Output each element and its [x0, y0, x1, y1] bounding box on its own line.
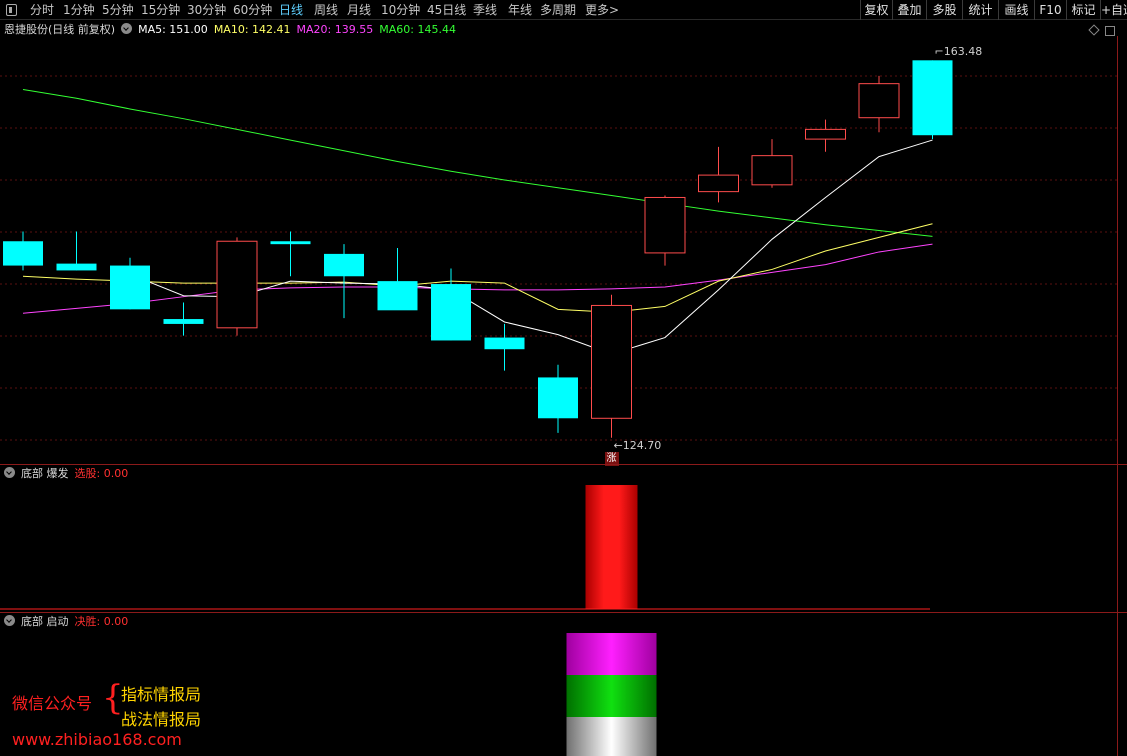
panel-separator [0, 464, 1127, 465]
signal-bar [585, 485, 638, 609]
panel-separator [0, 612, 1127, 613]
period-tab[interactable]: 30分钟 [187, 2, 226, 18]
tool-button[interactable]: 画线 [998, 0, 1034, 20]
tool-button[interactable]: 多股 [926, 0, 962, 20]
indicator-name: 底部 启动 [21, 615, 69, 628]
ma20-line [22, 243, 933, 314]
candle [484, 323, 525, 371]
candle-body [805, 128, 846, 140]
candle-body [3, 241, 43, 266]
period-tab[interactable]: 45日线 [427, 2, 466, 18]
candle [163, 302, 204, 336]
signal-band-white [566, 717, 657, 756]
watermark-account: 微信公众号 [12, 694, 93, 713]
candle [912, 60, 953, 140]
tool-button[interactable]: 叠加 [892, 0, 926, 20]
chevron-down-icon[interactable] [121, 23, 133, 34]
candle-body [163, 319, 204, 324]
stock-title: 恩捷股份(日线 前复权) [4, 23, 116, 36]
candle [805, 119, 846, 152]
panel3-info-line: 底部 启动 决胜: 0.00 [0, 614, 134, 630]
ma60-line [22, 89, 933, 237]
panel2-info-line: 底部 爆发 选股: 0.00 [0, 466, 134, 482]
main-chart [0, 60, 1117, 441]
watermark-line1: 指标情报局 [121, 685, 202, 704]
signal-band-magenta [566, 633, 657, 675]
candle [377, 248, 418, 311]
tool-button[interactable]: 统计 [962, 0, 998, 20]
ma60-value: MA60: 145.44 [379, 23, 456, 36]
candle [110, 257, 150, 310]
square-icon[interactable] [1105, 26, 1115, 36]
candle-body [644, 196, 686, 254]
period-tab[interactable]: 周线 [314, 2, 338, 18]
watermark-url: www.zhibiao168.com [12, 730, 182, 749]
period-toolbar: 分时 1分钟 5分钟 15分钟 30分钟 60分钟 日线 周线 月线 10分钟 45日线 季线 年线 多周… [0, 0, 1127, 20]
right-scale-line [1117, 36, 1118, 756]
period-tab[interactable]: 月线 [347, 2, 371, 18]
candle [644, 195, 686, 266]
tool-button[interactable]: 复权 [860, 0, 892, 20]
watermark-line2: 战法情报局 [121, 710, 202, 729]
ma10-line [22, 223, 933, 313]
period-tab[interactable]: 分时 [30, 2, 54, 18]
candle-body [591, 304, 632, 419]
low-price-label: ←124.70 [613, 438, 662, 452]
period-tab[interactable]: 1分钟 [63, 2, 95, 18]
ma5-value: MA5: 151.00 [138, 23, 208, 36]
candle-body [110, 265, 150, 310]
indicator-name: 底部 爆发 [21, 467, 69, 480]
candle-body [751, 155, 793, 186]
chevron-down-icon[interactable] [4, 467, 15, 478]
candle-body [270, 241, 311, 245]
candle-body [484, 337, 525, 350]
candle-body [56, 263, 97, 271]
candle-body [431, 284, 471, 341]
tool-button[interactable]: +自选 [1100, 0, 1127, 20]
candle [591, 294, 632, 438]
candle [538, 364, 578, 433]
candle [324, 244, 364, 319]
ma20-value: MA20: 139.55 [296, 23, 374, 36]
candle [858, 75, 900, 133]
signal-band-green [566, 675, 657, 717]
period-tab[interactable]: 日线 [279, 2, 303, 18]
period-tab[interactable]: 多周期 [540, 2, 576, 18]
candle [3, 231, 43, 271]
period-tab[interactable]: 更多> [585, 2, 619, 18]
period-tab[interactable]: 15分钟 [141, 2, 180, 18]
indicator-chart-burst [0, 485, 930, 610]
period-tab[interactable]: 季线 [473, 2, 497, 18]
period-tab[interactable]: 60分钟 [233, 2, 272, 18]
candle [698, 146, 739, 203]
candle [751, 139, 793, 188]
period-tab[interactable]: 5分钟 [102, 2, 134, 18]
indicator-param: 选股: 0.00 [74, 467, 129, 480]
candle-body [858, 83, 900, 119]
candle [431, 268, 471, 341]
period-tab[interactable]: 年线 [508, 2, 532, 18]
tool-button[interactable]: 标记 [1066, 0, 1100, 20]
ma10-value: MA10: 142.41 [213, 23, 291, 36]
period-tab[interactable]: 10分钟 [381, 2, 420, 18]
candle-body [216, 240, 258, 329]
candle-body [698, 174, 739, 193]
high-price-label: ⌐163.48 [934, 45, 983, 59]
candle [270, 231, 311, 277]
candle-body [912, 60, 953, 136]
candle [216, 237, 258, 336]
candle-body [538, 377, 578, 419]
candle [56, 231, 97, 271]
menu-icon[interactable] [6, 4, 17, 16]
candle-body [324, 253, 364, 277]
candle-body [377, 281, 418, 311]
tool-button[interactable]: F10 [1034, 0, 1066, 20]
diamond-icon[interactable] [1088, 24, 1100, 36]
chevron-down-icon[interactable] [4, 615, 15, 626]
indicator-param: 决胜: 0.00 [74, 615, 129, 628]
